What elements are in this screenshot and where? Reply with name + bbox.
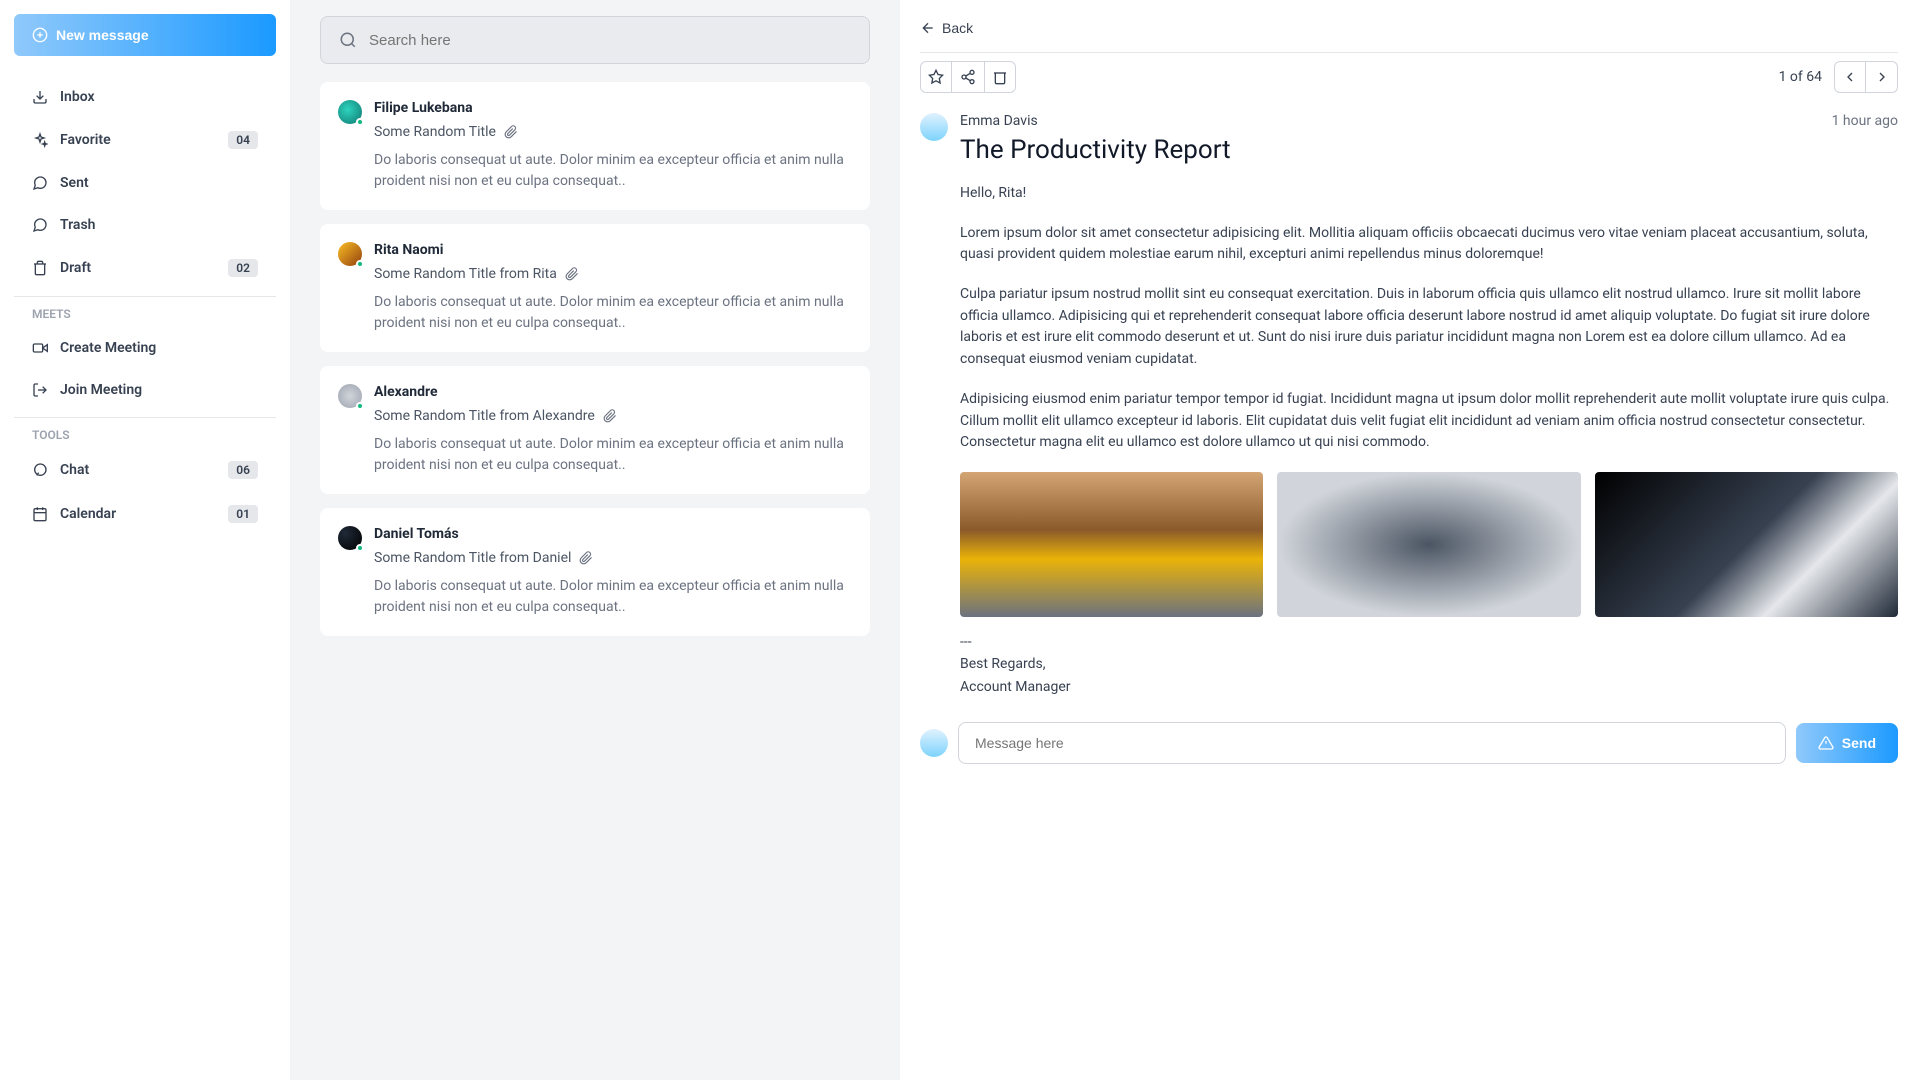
email-preview: Do laboris consequat ut aute. Dolor mini… (374, 434, 852, 476)
calendar-icon (32, 506, 48, 522)
email-title: Some Random Title from Rita (374, 266, 557, 282)
chat-badge: 06 (228, 461, 258, 479)
chevron-left-icon (1842, 69, 1858, 85)
share-icon (960, 69, 976, 85)
sidebar-item-join-meeting[interactable]: Join Meeting (14, 369, 276, 411)
video-icon (32, 340, 48, 356)
sidebar-item-trash[interactable]: Trash (14, 204, 276, 246)
paperclip-icon (579, 551, 593, 565)
email-preview: Do laboris consequat ut aute. Dolor mini… (374, 150, 852, 192)
prev-button[interactable] (1834, 61, 1866, 93)
email-list-panel: Filipe Lukebana Some Random Title Do lab… (290, 0, 900, 1080)
download-icon (32, 89, 48, 105)
sidebar-item-label: Create Meeting (60, 340, 156, 356)
email-sender: Alexandre (374, 384, 852, 400)
reply-input[interactable] (958, 722, 1786, 764)
new-message-label: New message (56, 27, 149, 43)
reply-avatar (920, 729, 948, 757)
search-icon (339, 31, 357, 49)
detail-subject: The Productivity Report (960, 135, 1898, 165)
body-greeting: Hello, Rita! (960, 183, 1898, 205)
email-detail-panel: Back 1 of 64 Emma Davis 1 hour ago (900, 0, 1918, 1080)
avatar (338, 384, 362, 408)
send-label: Send (1842, 735, 1876, 751)
draft-badge: 02 (228, 259, 258, 277)
sidebar-item-label: Chat (60, 462, 89, 478)
search-box[interactable] (320, 16, 870, 64)
back-label: Back (942, 20, 973, 36)
email-title: Some Random Title from Daniel (374, 550, 571, 566)
email-preview: Do laboris consequat ut aute. Dolor mini… (374, 576, 852, 618)
sidebar-item-sent[interactable]: Sent (14, 162, 276, 204)
email-title: Some Random Title (374, 124, 496, 140)
email-sender: Rita Naomi (374, 242, 852, 258)
logout-icon (32, 382, 48, 398)
new-message-button[interactable]: New message (14, 14, 276, 56)
send-button[interactable]: Send (1796, 723, 1898, 763)
plus-circle-icon (32, 27, 48, 43)
email-list-item[interactable]: Alexandre Some Random Title from Alexand… (320, 366, 870, 494)
star-button[interactable] (920, 61, 952, 93)
email-preview: Do laboris consequat ut aute. Dolor mini… (374, 292, 852, 334)
attachment-image[interactable] (1595, 472, 1898, 617)
closing-title: Account Manager (960, 676, 1898, 698)
detail-timestamp: 1 hour ago (1832, 113, 1898, 129)
trash-icon (32, 260, 48, 276)
paperclip-icon (565, 267, 579, 281)
body-paragraph: Adipisicing eiusmod enim pariatur tempor… (960, 389, 1898, 454)
sidebar-item-label: Favorite (60, 132, 111, 148)
message-icon (32, 462, 48, 478)
chat-icon (32, 217, 48, 233)
email-list-item[interactable]: Filipe Lukebana Some Random Title Do lab… (320, 82, 870, 210)
sidebar-item-calendar[interactable]: Calendar 01 (14, 492, 276, 536)
sparkle-icon (32, 132, 48, 148)
attachment-image[interactable] (1277, 472, 1580, 617)
sender-avatar (920, 113, 948, 141)
next-button[interactable] (1866, 61, 1898, 93)
chevron-right-icon (1874, 69, 1890, 85)
sidebar-item-favorite[interactable]: Favorite 04 (14, 118, 276, 162)
sidebar-item-label: Sent (60, 175, 89, 191)
sidebar-item-label: Calendar (60, 506, 116, 522)
sidebar: New message Inbox Favorite 04 Sent Trash… (0, 0, 290, 1080)
avatar (338, 242, 362, 266)
email-sender: Filipe Lukebana (374, 100, 852, 116)
sidebar-item-label: Inbox (60, 89, 95, 105)
sidebar-item-inbox[interactable]: Inbox (14, 76, 276, 118)
favorite-badge: 04 (228, 131, 258, 149)
email-list-item[interactable]: Rita Naomi Some Random Title from Rita D… (320, 224, 870, 352)
avatar (338, 100, 362, 124)
paperclip-icon (603, 409, 617, 423)
section-tools-title: TOOLS (14, 417, 276, 448)
sidebar-item-chat[interactable]: Chat 06 (14, 448, 276, 492)
search-input[interactable] (369, 32, 851, 49)
body-paragraph: Culpa pariatur ipsum nostrud mollit sint… (960, 284, 1898, 371)
sidebar-item-draft[interactable]: Draft 02 (14, 246, 276, 290)
body-paragraph: Lorem ipsum dolor sit amet consectetur a… (960, 223, 1898, 266)
delete-button[interactable] (984, 61, 1016, 93)
chat-icon (32, 175, 48, 191)
section-meets-title: MEETS (14, 296, 276, 327)
trash-icon (992, 69, 1008, 85)
back-button[interactable]: Back (920, 14, 973, 42)
attachment-image[interactable] (960, 472, 1263, 617)
closing-regards: Best Regards, (960, 653, 1898, 675)
email-sender: Daniel Tomás (374, 526, 852, 542)
share-button[interactable] (952, 61, 984, 93)
email-title: Some Random Title from Alexandre (374, 408, 595, 424)
paperclip-icon (504, 125, 518, 139)
closing-divider: --- (960, 631, 1898, 653)
sidebar-item-create-meeting[interactable]: Create Meeting (14, 327, 276, 369)
detail-sender-name: Emma Davis (960, 113, 1038, 129)
avatar (338, 526, 362, 550)
email-list-item[interactable]: Daniel Tomás Some Random Title from Dani… (320, 508, 870, 636)
alert-triangle-icon (1818, 735, 1834, 751)
sidebar-item-label: Draft (60, 260, 91, 276)
star-icon (928, 69, 944, 85)
sidebar-item-label: Join Meeting (60, 382, 142, 398)
arrow-left-icon (920, 20, 936, 36)
page-count: 1 of 64 (1779, 69, 1822, 85)
calendar-badge: 01 (228, 505, 258, 523)
sidebar-item-label: Trash (60, 217, 95, 233)
